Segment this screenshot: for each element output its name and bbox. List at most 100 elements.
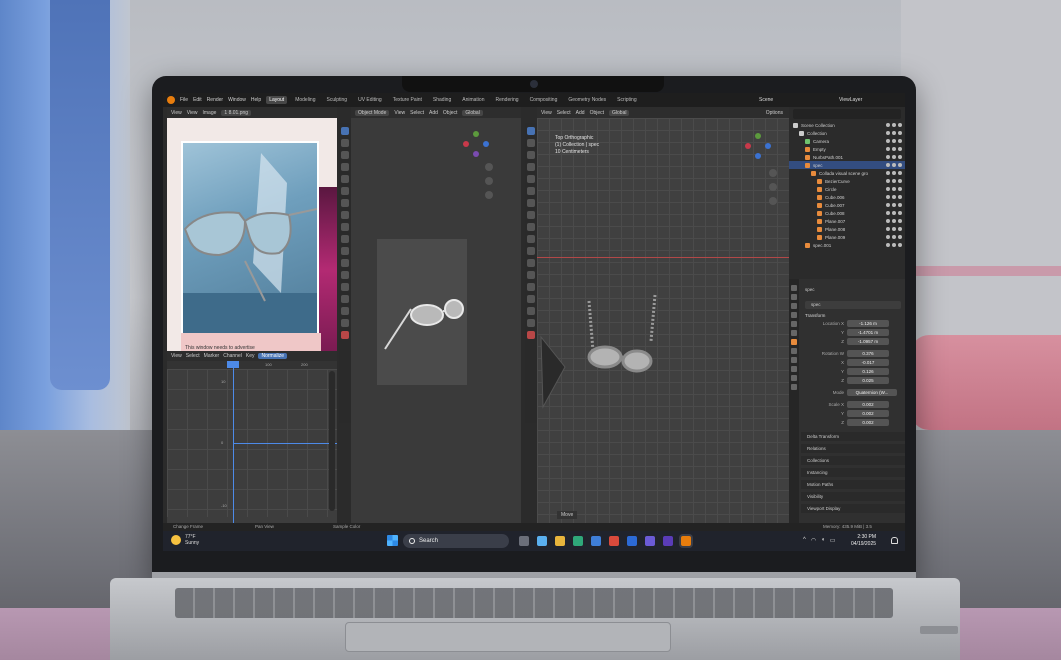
task-view-icon[interactable] — [519, 536, 529, 546]
visibility-eye-icon[interactable] — [898, 227, 902, 231]
transform-value-field[interactable]: -1.0957 m — [847, 337, 889, 345]
tool-icon-17[interactable] — [341, 319, 349, 327]
left-orientation-dropdown[interactable]: Global — [462, 109, 483, 116]
right-navigation-gizmo[interactable] — [745, 133, 771, 159]
graph-menu-marker[interactable]: Marker — [204, 353, 220, 359]
tool-icon-10[interactable] — [341, 235, 349, 243]
right-zoom-icon[interactable] — [769, 169, 777, 177]
visibility-toggles[interactable] — [886, 139, 905, 143]
visibility-eye-icon[interactable] — [892, 187, 896, 191]
visibility-eye-icon[interactable] — [892, 155, 896, 159]
measure-tool-icon[interactable] — [341, 211, 349, 219]
outliner-item[interactable]: BezierCurve — [789, 177, 905, 185]
outliner-item[interactable]: Plane.007 — [789, 217, 905, 225]
graph-menu-key[interactable]: Key — [246, 353, 255, 359]
tool-tab-icon[interactable] — [791, 285, 797, 291]
workspace-tab-modeling[interactable]: Modeling — [292, 96, 318, 104]
visibility-eye-icon[interactable] — [898, 187, 902, 191]
r-cursor-tool-icon[interactable] — [527, 139, 535, 147]
collapsed-panel[interactable]: Delta Transform — [801, 432, 905, 441]
visibility-eye-icon[interactable] — [886, 131, 890, 135]
view-layer-tab-icon[interactable] — [791, 312, 797, 318]
left-navigation-gizmo[interactable] — [463, 131, 489, 157]
graph-menu-select[interactable]: Select — [186, 353, 200, 359]
visibility-toggles[interactable] — [886, 179, 905, 183]
visibility-toggles[interactable] — [886, 219, 905, 223]
move-tool-icon[interactable] — [341, 151, 349, 159]
graph-menu-channel[interactable]: Channel — [223, 353, 242, 359]
visibility-eye-icon[interactable] — [898, 203, 902, 207]
workspace-tab-uv-editing[interactable]: UV Editing — [355, 96, 385, 104]
taskbar-clock[interactable]: 2:30 PM 04/19/2025 — [851, 534, 876, 548]
outliner-item[interactable]: Scene Collection — [789, 121, 905, 129]
visibility-eye-icon[interactable] — [892, 163, 896, 167]
r-annotate-tool-icon[interactable] — [527, 199, 535, 207]
menu-help[interactable]: Help — [251, 97, 261, 103]
visibility-eye-icon[interactable] — [892, 211, 896, 215]
image-menu-view-2[interactable]: View — [187, 110, 198, 116]
graph-scrollbar[interactable] — [329, 371, 335, 511]
menu-render[interactable]: Render — [207, 97, 223, 103]
visibility-toggles[interactable] — [886, 163, 905, 167]
visibility-eye-icon[interactable] — [898, 155, 902, 159]
r-transform-tool-icon[interactable] — [527, 187, 535, 195]
normalize-toggle[interactable]: Normalize — [258, 353, 287, 359]
outliner-search[interactable] — [793, 109, 901, 119]
tray-overflow-icon[interactable]: ^ — [803, 537, 806, 544]
visibility-eye-icon[interactable] — [886, 227, 890, 231]
outliner-item[interactable]: Camera — [789, 137, 905, 145]
wifi-icon[interactable]: ◠ — [811, 537, 816, 544]
current-frame-tag[interactable] — [227, 361, 239, 368]
visibility-eye-icon[interactable] — [886, 155, 890, 159]
visibility-toggles[interactable] — [886, 203, 905, 207]
physics-tab-icon[interactable] — [791, 366, 797, 372]
right-vp-menu-select[interactable]: Select — [557, 110, 571, 116]
edge-browser-icon[interactable] — [573, 536, 583, 546]
data-tab-icon[interactable] — [791, 384, 797, 390]
object-name-field[interactable]: spec — [805, 301, 901, 309]
workspace-tab-geometry-nodes[interactable]: Geometry Nodes — [565, 96, 609, 104]
visibility-eye-icon[interactable] — [898, 139, 902, 143]
left-vp-menu-object[interactable]: Object — [443, 110, 457, 116]
r-tool-icon-13[interactable] — [527, 271, 535, 279]
move-operator-panel[interactable]: Move — [557, 511, 578, 519]
visibility-eye-icon[interactable] — [892, 227, 896, 231]
visibility-eye-icon[interactable] — [886, 123, 890, 127]
workspace-tab-texture-paint[interactable]: Texture Paint — [390, 96, 425, 104]
widgets-icon[interactable] — [537, 536, 547, 546]
office-icon[interactable] — [609, 536, 619, 546]
visibility-eye-icon[interactable] — [886, 163, 890, 167]
transform-value-field[interactable]: -0.017 — [847, 358, 889, 366]
visibility-eye-icon[interactable] — [892, 219, 896, 223]
tool-icon-11[interactable] — [341, 247, 349, 255]
r-record-icon[interactable] — [527, 331, 535, 339]
visibility-eye-icon[interactable] — [898, 179, 902, 183]
transform-value-field[interactable]: 0.002 — [847, 418, 889, 426]
visibility-eye-icon[interactable] — [898, 147, 902, 151]
visibility-toggles[interactable] — [886, 211, 905, 215]
left-pan-icon[interactable] — [485, 177, 493, 185]
visibility-eye-icon[interactable] — [898, 235, 902, 239]
outliner-item[interactable]: spec — [789, 161, 905, 169]
menu-edit[interactable]: Edit — [193, 97, 202, 103]
options-dropdown[interactable]: Options — [766, 110, 789, 116]
menu-file[interactable]: File — [180, 97, 188, 103]
frame-ruler[interactable]: 0 100 200 — [167, 361, 337, 369]
visibility-eye-icon[interactable] — [886, 195, 890, 199]
view-layer-selector[interactable]: ViewLayer — [839, 97, 862, 103]
tool-icon-14[interactable] — [341, 283, 349, 291]
visibility-eye-icon[interactable] — [898, 163, 902, 167]
transform-value-field[interactable]: Quaternion (W... — [847, 388, 897, 396]
visibility-eye-icon[interactable] — [892, 139, 896, 143]
visibility-eye-icon[interactable] — [898, 131, 902, 135]
left-vp-menu-add[interactable]: Add — [429, 110, 438, 116]
collapsed-panel[interactable]: Viewport Display — [801, 504, 905, 513]
collapsed-panel[interactable]: Relations — [801, 444, 905, 453]
right-vp-menu-add[interactable]: Add — [576, 110, 585, 116]
teams-icon[interactable] — [645, 536, 655, 546]
workspace-tab-sculpting[interactable]: Sculpting — [324, 96, 351, 104]
left-vp-menu-select[interactable]: Select — [410, 110, 424, 116]
collapsed-panel[interactable]: Motion Paths — [801, 480, 905, 489]
outliner-item[interactable]: Cube.007 — [789, 201, 905, 209]
visibility-eye-icon[interactable] — [886, 179, 890, 183]
